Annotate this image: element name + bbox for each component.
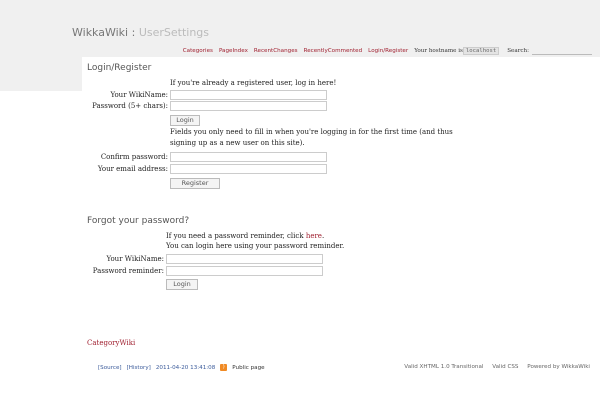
category-wiki-link[interactable]: CategoryWiki (87, 339, 135, 347)
password-label: Password (5+ chars): (92, 102, 168, 110)
reminder-here-link[interactable]: here (306, 232, 322, 240)
site-name[interactable]: WikkaWiki (72, 26, 128, 39)
footer: [Source] [History] 2011-04-20 13:41:08 )… (0, 360, 600, 380)
email-label: Your email address: (97, 165, 168, 173)
public-page-label: Public page (232, 364, 265, 371)
nav-recent-changes[interactable]: RecentChanges (254, 48, 298, 54)
hostname-label: Your hostname is (414, 48, 463, 54)
nav-categories[interactable]: Categories (183, 48, 213, 54)
history-link[interactable]: [History] (127, 365, 151, 371)
forgot-heading: Forgot your password? (87, 216, 190, 226)
search-label: Search: (507, 48, 529, 54)
forgot-line2: You can login here using your password r… (166, 242, 345, 250)
revision-timestamp[interactable]: 2011-04-20 13:41:08 (156, 365, 215, 371)
source-link[interactable]: [Source] (98, 365, 122, 371)
new-user-note-line2: signing up as a new user on this site). (170, 139, 305, 147)
password-input[interactable] (170, 101, 327, 111)
forgot-wikiname-label: Your WikiName: (106, 255, 164, 263)
nav-login-register[interactable]: Login/Register (368, 48, 408, 54)
footer-right: Valid XHTML 1.0 Transitional Valid CSS P… (397, 364, 590, 370)
valid-xhtml-link[interactable]: Valid XHTML 1.0 Transitional (404, 364, 483, 370)
reminder-input[interactable] (166, 266, 323, 276)
confirm-password-input[interactable] (170, 152, 327, 162)
powered-by-link[interactable]: Powered by WikkaWiki (527, 364, 590, 370)
reminder-label: Password reminder: (92, 267, 164, 275)
new-user-note-line1: Fields you only need to fill in when you… (170, 128, 453, 136)
nav-page-index[interactable]: PageIndex (219, 48, 248, 54)
login-intro: If you're already a registered user, log… (170, 79, 337, 87)
register-button[interactable]: Register (170, 178, 220, 189)
forgot-wikiname-input[interactable] (166, 254, 323, 264)
page-name[interactable]: UserSettings (139, 26, 209, 39)
title-separator: : (131, 26, 136, 39)
rss-icon[interactable]: ) (220, 364, 228, 371)
valid-css-link[interactable]: Valid CSS (492, 364, 518, 370)
confirm-password-label: Confirm password: (100, 153, 168, 161)
hostname-value: localhost (462, 47, 500, 55)
nav-recently-commented[interactable]: RecentlyCommented (304, 48, 363, 54)
top-navigation: Categories PageIndex RecentChanges Recen… (177, 47, 592, 55)
forgot-login-button[interactable]: Login (166, 279, 198, 290)
email-input[interactable] (170, 164, 327, 174)
search-input[interactable] (532, 48, 592, 55)
wikiname-label: Your WikiName: (110, 91, 168, 99)
site-title: WikkaWiki : UserSettings (72, 26, 209, 39)
footer-left: [Source] [History] 2011-04-20 13:41:08 )… (98, 364, 270, 371)
login-button[interactable]: Login (170, 115, 200, 126)
forgot-line1: If you need a password reminder, click h… (166, 232, 325, 240)
main-content: Login/Register If you're already a regis… (82, 57, 600, 357)
login-heading: Login/Register (87, 63, 152, 73)
wikiname-input[interactable] (170, 90, 327, 100)
